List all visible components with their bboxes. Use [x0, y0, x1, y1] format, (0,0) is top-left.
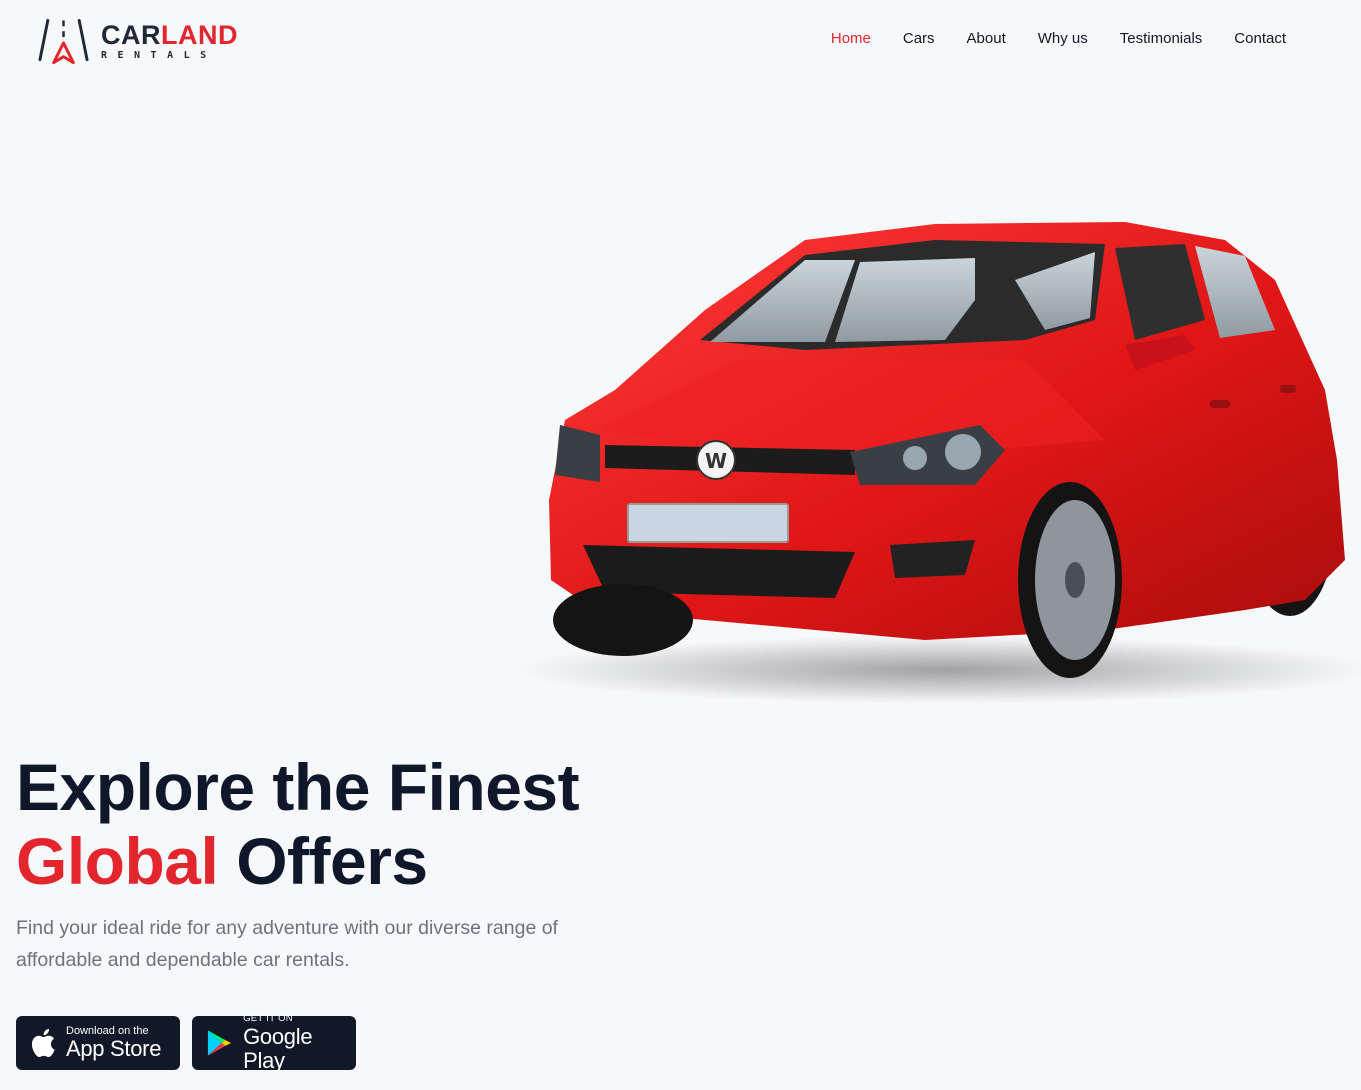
brand-logo[interactable]: CARLAND RENTALS — [38, 16, 238, 66]
app-store-text: Download on the App Store — [66, 1025, 161, 1061]
brand-name-part2: LAND — [161, 19, 238, 50]
brand-name: CARLAND — [101, 21, 238, 49]
google-play-big-label: Google Play — [243, 1024, 313, 1073]
hero-car-image: W — [515, 222, 1361, 704]
app-store-buttons: Download on the App Store GET IT ON Goog… — [16, 1013, 356, 1073]
site-header: CARLAND RENTALS Home Cars About Why us T… — [0, 0, 1361, 82]
road-arrow-icon — [38, 18, 89, 65]
hero-description: Find your ideal ride for any adventure w… — [16, 917, 558, 971]
nav-link-why-us[interactable]: Why us — [1038, 30, 1088, 47]
hero-title: Explore the Finest Global Offers — [16, 750, 580, 898]
nav-item-cars: Cars — [903, 30, 935, 48]
brand-wordmark: CARLAND RENTALS — [101, 21, 238, 62]
svg-text:W: W — [705, 449, 727, 473]
nav-item-testimonials: Testimonials — [1120, 30, 1203, 48]
hero-title-line1: Explore the Finest — [16, 750, 580, 824]
nav-link-testimonials[interactable]: Testimonials — [1120, 30, 1203, 47]
nav-item-why-us: Why us — [1038, 30, 1088, 48]
nav-link-home[interactable]: Home — [831, 30, 871, 47]
nav-link-cars[interactable]: Cars — [903, 30, 935, 47]
google-play-icon — [207, 1030, 232, 1056]
brand-tagline: RENTALS — [101, 49, 217, 61]
google-play-text: GET IT ON Google Play — [243, 1013, 356, 1073]
hero-title-rest: Offers — [236, 824, 428, 898]
hero-title-accent: Global — [16, 824, 219, 898]
google-play-button[interactable]: GET IT ON Google Play — [192, 1013, 356, 1073]
nav-link-about[interactable]: About — [967, 30, 1006, 47]
nav-item-contact: Contact — [1234, 30, 1286, 48]
apple-icon — [31, 1028, 55, 1058]
main-nav: Home Cars About Why us Testimonials Cont… — [831, 30, 1286, 48]
nav-link-contact[interactable]: Contact — [1234, 30, 1286, 47]
app-store-button[interactable]: Download on the App Store — [16, 1016, 180, 1070]
nav-item-about: About — [967, 30, 1006, 48]
nav-item-home: Home — [831, 30, 871, 48]
brand-name-part1: CAR — [101, 19, 161, 50]
app-store-big-label: App Store — [66, 1036, 162, 1061]
